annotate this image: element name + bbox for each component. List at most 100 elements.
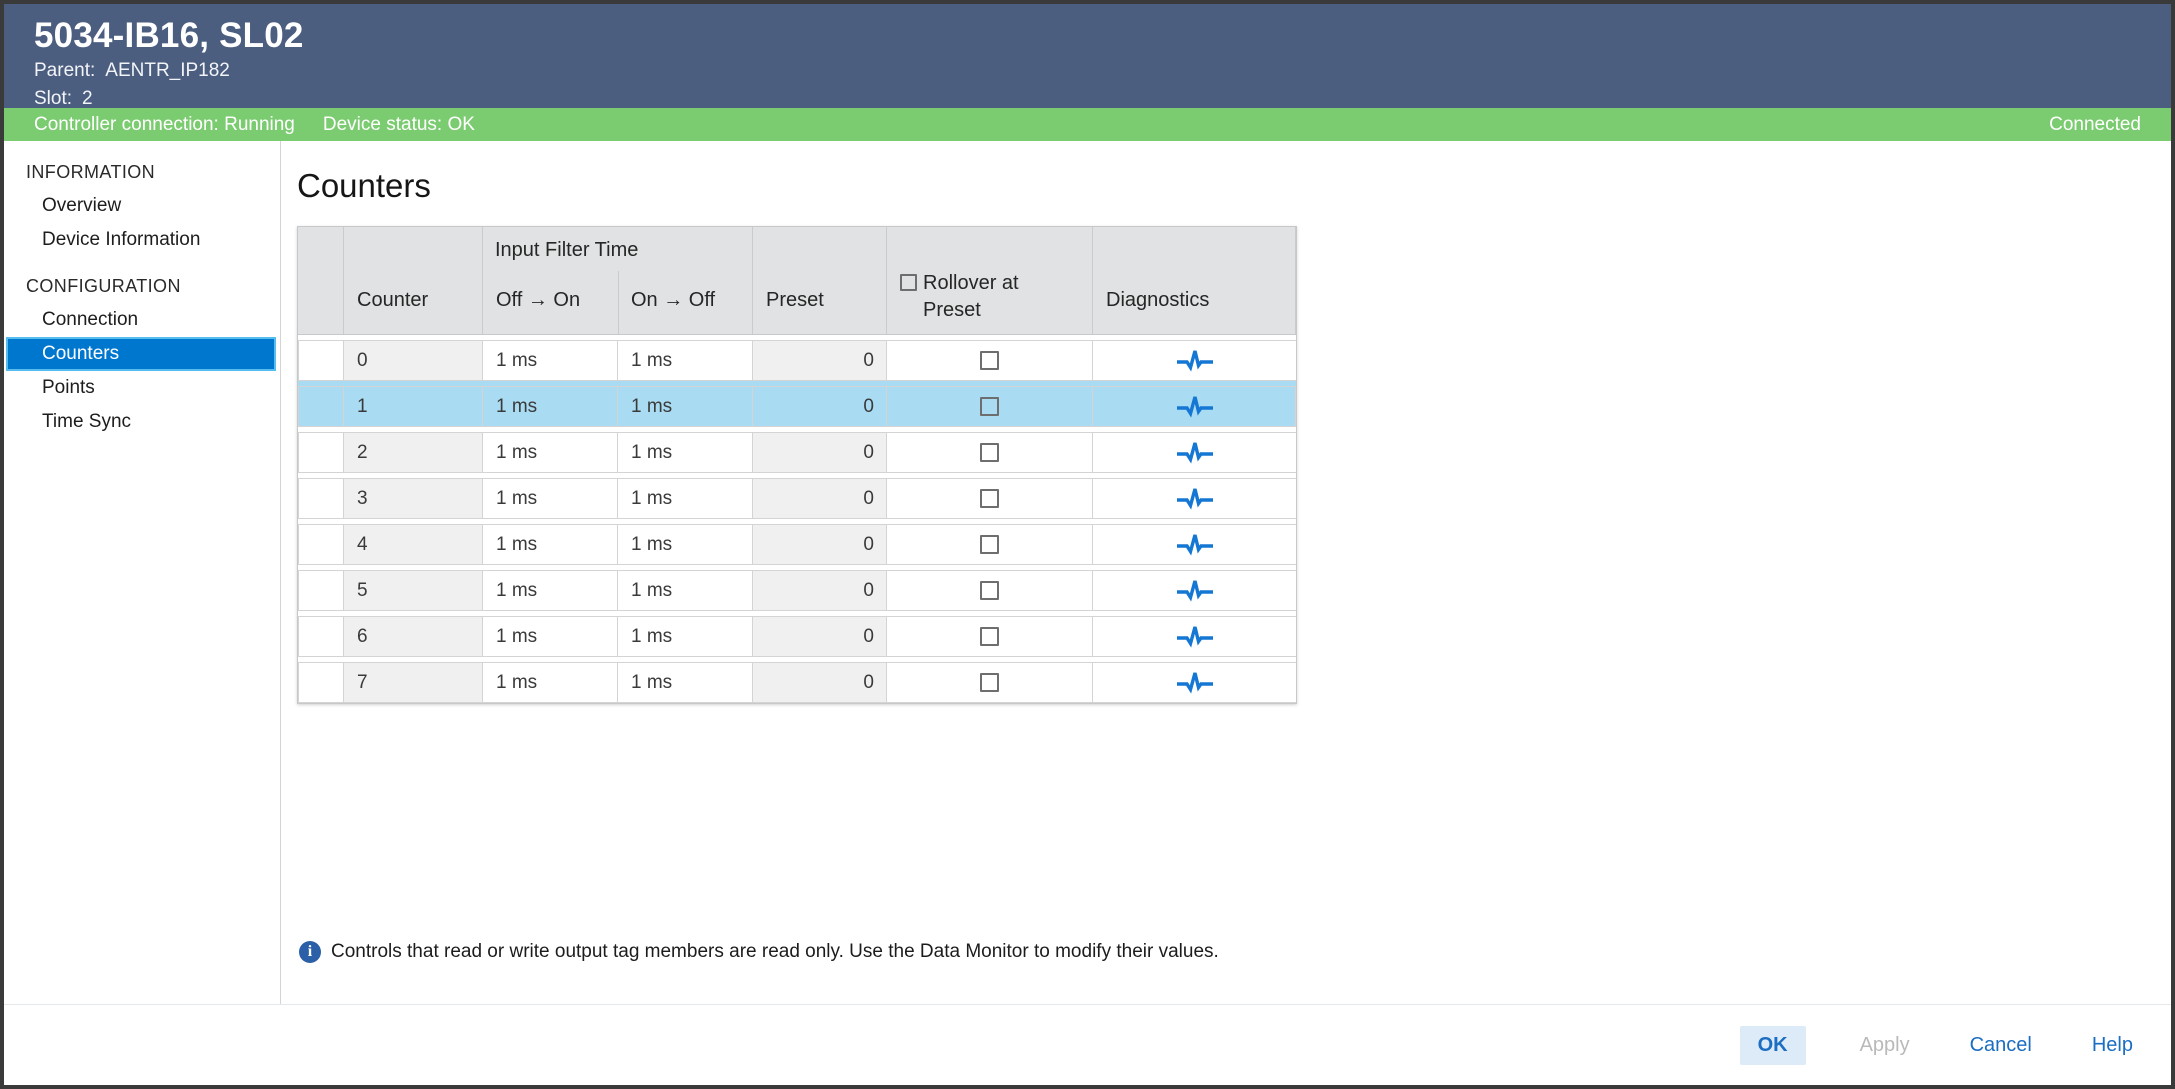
rollover-cell <box>887 387 1093 426</box>
sidebar-item-overview[interactable]: Overview <box>6 189 276 223</box>
sidebar-nav: INFORMATION Overview Device Information … <box>4 141 281 1004</box>
counter-cell: 4 <box>344 525 483 564</box>
rollover-cell <box>887 479 1093 518</box>
on-to-off-cell[interactable]: 1 ms <box>618 617 753 656</box>
parent-value: AENTR_IP182 <box>105 60 230 81</box>
preset-cell: 0 <box>753 479 887 518</box>
sidebar-item-device-information[interactable]: Device Information <box>6 223 276 257</box>
on-to-off-cell[interactable]: 1 ms <box>618 663 753 702</box>
cancel-button[interactable]: Cancel <box>1964 1026 2038 1065</box>
diagnostics-cell <box>1093 433 1296 472</box>
rollover-checkbox[interactable] <box>980 535 999 554</box>
header-group-divider <box>618 271 619 334</box>
diagnostics-icon[interactable] <box>1176 532 1214 558</box>
rollover-checkbox[interactable] <box>980 673 999 692</box>
rollover-all-checkbox[interactable] <box>900 274 917 291</box>
off-to-on-cell[interactable]: 1 ms <box>483 571 618 610</box>
rollover-header-line1: Rollover at <box>923 270 1019 297</box>
row-selector-cell[interactable] <box>299 663 344 702</box>
table-row: 0 1 ms 1 ms 0 <box>298 335 1296 381</box>
slot-label: Slot: <box>34 88 72 109</box>
rollover-cell <box>887 341 1093 380</box>
sidebar-item-counters[interactable]: Counters <box>6 337 276 371</box>
readonly-note: i Controls that read or write output tag… <box>299 941 1219 963</box>
off-to-on-cell[interactable]: 1 ms <box>483 617 618 656</box>
off-to-on-cell[interactable]: 1 ms <box>483 663 618 702</box>
device-profile-window: 5034-IB16, SL02 Parent: AENTR_IP182 Slot:… <box>0 0 2175 1089</box>
apply-button[interactable]: Apply <box>1854 1026 1916 1065</box>
on-to-off-cell[interactable]: 1 ms <box>618 571 753 610</box>
sidebar-item-time-sync[interactable]: Time Sync <box>6 405 276 439</box>
diagnostics-cell <box>1093 387 1296 426</box>
rollover-cell <box>887 571 1093 610</box>
counter-cell: 2 <box>344 433 483 472</box>
parent-label: Parent: <box>34 60 95 81</box>
rollover-checkbox[interactable] <box>980 489 999 508</box>
device-status: Device status: OK <box>323 114 475 136</box>
off-to-on-cell[interactable]: 1 ms <box>483 433 618 472</box>
row-selector-cell[interactable] <box>299 617 344 656</box>
sidebar-item-points[interactable]: Points <box>6 371 276 405</box>
rollover-cell <box>887 617 1093 656</box>
diagnostics-icon[interactable] <box>1176 348 1214 374</box>
rollover-checkbox[interactable] <box>980 581 999 600</box>
diagnostics-icon[interactable] <box>1176 670 1214 696</box>
rollover-cell <box>887 663 1093 702</box>
rollover-header-line2: Preset <box>923 297 1019 324</box>
preset-cell: 0 <box>753 341 887 380</box>
ok-button[interactable]: OK <box>1740 1026 1806 1065</box>
row-selector-cell[interactable] <box>299 525 344 564</box>
counter-cell: 1 <box>344 387 483 426</box>
rollover-checkbox[interactable] <box>980 627 999 646</box>
on-to-off-cell[interactable]: 1 ms <box>618 525 753 564</box>
page-title: Counters <box>297 167 431 205</box>
row-selector-cell[interactable] <box>299 341 344 380</box>
off-to-on-cell[interactable]: 1 ms <box>483 479 618 518</box>
on-to-off-cell[interactable]: 1 ms <box>618 341 753 380</box>
on-to-off-cell[interactable]: 1 ms <box>618 387 753 426</box>
counters-table: Counter Off → On On → Off Preset Rollove… <box>297 226 1297 704</box>
controller-connection-status: Controller connection: Running <box>34 114 295 136</box>
header-rollover-at-preset: Rollover at Preset <box>887 227 1093 334</box>
off-to-on-cell[interactable]: 1 ms <box>483 341 618 380</box>
diagnostics-cell <box>1093 571 1296 610</box>
footer-bar: OK Apply Cancel Help <box>4 1004 2171 1085</box>
readonly-note-text: Controls that read or write output tag m… <box>331 941 1219 963</box>
rollover-cell <box>887 433 1093 472</box>
table-row: 3 1 ms 1 ms 0 <box>298 473 1296 519</box>
section-label-configuration: CONFIGURATION <box>4 269 280 303</box>
preset-cell: 0 <box>753 663 887 702</box>
rollover-checkbox[interactable] <box>980 397 999 416</box>
off-to-on-cell[interactable]: 1 ms <box>483 387 618 426</box>
row-selector-cell[interactable] <box>299 571 344 610</box>
off-to-on-cell[interactable]: 1 ms <box>483 525 618 564</box>
on-to-off-cell[interactable]: 1 ms <box>618 433 753 472</box>
on-to-off-cell[interactable]: 1 ms <box>618 479 753 518</box>
table-header: Counter Off → On On → Off Preset Rollove… <box>298 227 1296 335</box>
connection-state: Connected <box>2049 114 2141 136</box>
help-button[interactable]: Help <box>2086 1026 2139 1065</box>
table-row: 4 1 ms 1 ms 0 <box>298 519 1296 565</box>
preset-cell: 0 <box>753 433 887 472</box>
row-selector-cell[interactable] <box>299 433 344 472</box>
diagnostics-icon[interactable] <box>1176 578 1214 604</box>
rollover-header-text: Rollover at Preset <box>923 270 1019 324</box>
body-area: INFORMATION Overview Device Information … <box>4 141 2171 1004</box>
header-group-input-filter-time: Input Filter Time <box>495 239 638 262</box>
row-selector-cell[interactable] <box>299 387 344 426</box>
table-row: 7 1 ms 1 ms 0 <box>298 657 1296 703</box>
rollover-checkbox[interactable] <box>980 351 999 370</box>
row-selector-cell[interactable] <box>299 479 344 518</box>
table-row: 2 1 ms 1 ms 0 <box>298 427 1296 473</box>
diagnostics-icon[interactable] <box>1176 440 1214 466</box>
rollover-checkbox[interactable] <box>980 443 999 462</box>
diagnostics-cell <box>1093 341 1296 380</box>
main-content: Counters Counter Off → On On → Off Prese… <box>282 141 2171 1004</box>
diagnostics-icon[interactable] <box>1176 486 1214 512</box>
diagnostics-cell <box>1093 663 1296 702</box>
diagnostics-icon[interactable] <box>1176 394 1214 420</box>
sidebar-item-connection[interactable]: Connection <box>6 303 276 337</box>
diagnostics-icon[interactable] <box>1176 624 1214 650</box>
table-row: 6 1 ms 1 ms 0 <box>298 611 1296 657</box>
device-title: 5034-IB16, SL02 <box>34 16 304 56</box>
